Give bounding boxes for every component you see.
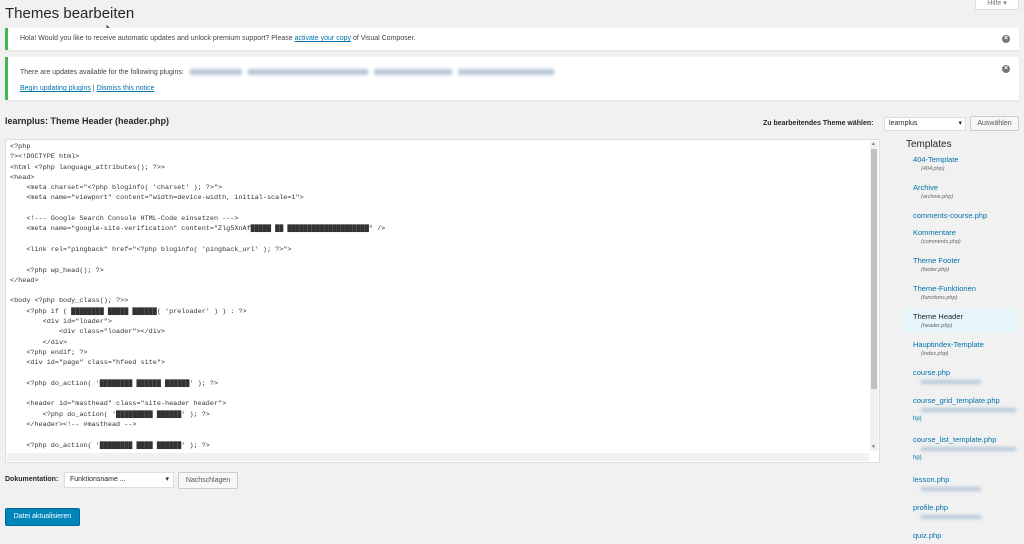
templates-sidebar: Templates 404-Template (404.php) Archive(… bbox=[904, 137, 1019, 544]
dismiss-icon[interactable]: × bbox=[1002, 65, 1010, 73]
template-item-profile[interactable]: profile.php bbox=[904, 502, 1016, 521]
theme-select[interactable]: learnplus bbox=[884, 117, 966, 131]
redacted-plugin-name bbox=[373, 69, 452, 76]
vc-notice-prefix: Hola! Would you like to receive automati… bbox=[20, 35, 295, 42]
begin-updating-link[interactable]: Begin updating plugins bbox=[20, 85, 91, 92]
dismiss-icon[interactable]: × bbox=[1002, 35, 1010, 43]
file-title: learnplus: Theme Header (header.php) bbox=[5, 116, 170, 126]
template-item-functions[interactable]: Theme-Funktionen (functions.php) bbox=[904, 283, 1016, 302]
updates-text: There are updates available for the foll… bbox=[20, 69, 184, 76]
documentation-label: Dokumentation: bbox=[5, 476, 59, 483]
redacted-path bbox=[921, 446, 1016, 451]
template-item-404[interactable]: 404-Template (404.php) bbox=[904, 154, 1016, 173]
template-item-footer[interactable]: Theme Footer (footer.php) bbox=[904, 255, 1016, 274]
template-item-comments-course[interactable]: comments-course.php bbox=[904, 210, 1016, 221]
vc-notice-suffix: of Visual Composer. bbox=[351, 35, 416, 42]
template-item-course[interactable]: course.php bbox=[904, 367, 1016, 386]
templates-heading: Templates bbox=[906, 139, 952, 150]
page-title: Themes bearbeiten bbox=[5, 5, 135, 22]
plugin-updates-notice: There are updates available for the foll… bbox=[5, 57, 1019, 100]
template-item-comments[interactable]: Kommentare (comments.php) bbox=[904, 227, 1016, 246]
redacted-path bbox=[921, 407, 1016, 412]
vertical-scrollbar[interactable]: ▲ ▼ bbox=[870, 141, 878, 451]
dismiss-notice-link[interactable]: Dismiss this notice bbox=[97, 85, 155, 92]
scroll-up-icon[interactable]: ▲ bbox=[871, 142, 876, 147]
template-item-header[interactable]: Theme Header (header.php) bbox=[904, 309, 1016, 332]
template-item-lesson[interactable]: lesson.php bbox=[904, 474, 1016, 493]
template-item-archive[interactable]: Archive (archive.php) bbox=[904, 182, 1016, 201]
choose-theme-button[interactable]: Auswählen bbox=[970, 116, 1019, 131]
redacted-path bbox=[921, 514, 981, 519]
help-tab[interactable]: Hilfe ▾ bbox=[975, 0, 1019, 10]
lookup-button[interactable]: Nachschlagen bbox=[178, 472, 238, 489]
template-item-course-grid[interactable]: course_grid_template.php hp) bbox=[904, 395, 1016, 425]
horizontal-scrollbar[interactable] bbox=[7, 453, 869, 461]
redacted-plugin-name bbox=[189, 69, 242, 76]
redacted-plugin-name bbox=[247, 69, 368, 76]
activate-copy-link[interactable]: activate your copy bbox=[295, 35, 351, 42]
update-file-button[interactable]: Datei aktualisieren bbox=[5, 508, 80, 526]
scroll-thumb[interactable] bbox=[871, 149, 877, 389]
theme-select-label: Zu bearbeitendes Theme wählen: bbox=[763, 120, 874, 127]
template-item-quiz[interactable]: quiz.php bbox=[904, 530, 1016, 541]
function-name-select[interactable]: Funktionsname ... bbox=[64, 472, 174, 488]
code-editor[interactable]: <?php ?><!DOCTYPE html> <html <?php lang… bbox=[5, 139, 880, 463]
redacted-plugin-name bbox=[457, 69, 554, 76]
code-content[interactable]: <?php ?><!DOCTYPE html> <html <?php lang… bbox=[10, 142, 385, 451]
template-item-index[interactable]: Hauptindex-Template (index.php) bbox=[904, 339, 1016, 358]
vc-notice: Hola! Would you like to receive automati… bbox=[5, 28, 1019, 50]
redacted-path bbox=[921, 486, 981, 491]
scroll-down-icon[interactable]: ▼ bbox=[871, 445, 876, 450]
redacted-path bbox=[921, 379, 981, 384]
template-item-course-list[interactable]: course_list_template.php hp) bbox=[904, 434, 1016, 464]
